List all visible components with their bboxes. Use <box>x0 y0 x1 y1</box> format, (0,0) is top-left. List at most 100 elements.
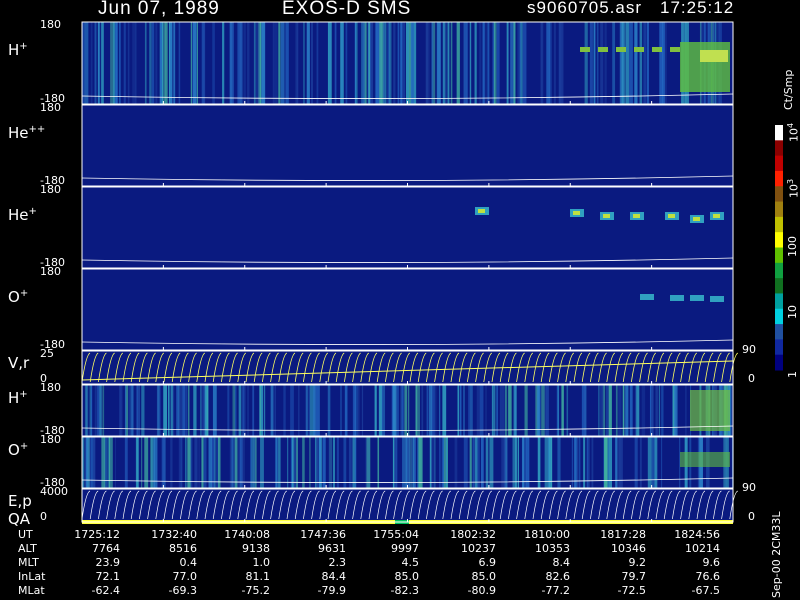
panel-hplus-1-stripe <box>482 22 485 104</box>
panel-hplus-2-stripe <box>404 385 408 436</box>
panel-hplus-1-stripe <box>510 22 514 104</box>
panel-heplus-blob <box>478 209 485 213</box>
panel-hplus-1-stripe <box>431 22 434 104</box>
panel-hplus-2-stripe <box>193 385 197 436</box>
panel-hplus-2-stripe <box>168 385 170 436</box>
panel-hplus-1-stripe <box>634 22 638 104</box>
panel-oplus-2-stripe <box>203 437 207 488</box>
colorbar-segment <box>775 155 783 172</box>
panel-hplus-2-stripe <box>163 385 168 436</box>
panel-hplus-1-stripe <box>496 22 500 104</box>
panel-heplus-blob <box>603 214 610 218</box>
panel-hplus-1-stripe <box>84 22 89 104</box>
panel-hplus-1-stripe <box>303 22 305 104</box>
panel-heplus-bg <box>82 187 733 268</box>
panel-hplus-2-stripe <box>274 385 277 436</box>
panel-hplus-1-stripe <box>517 22 519 104</box>
panel-hplus-2-stripe <box>157 385 160 436</box>
panel-hplus-2-stripe <box>395 385 397 436</box>
panel-vr-label: V,r <box>8 353 30 372</box>
panel-oplus-2-stripe <box>275 437 278 488</box>
panel-oplus-2-stripe <box>431 437 436 488</box>
panel-hplus-2-stripe <box>327 385 331 436</box>
panel-oplus-2-stripe <box>214 437 216 488</box>
panel-hplus-2-stripe <box>537 385 540 436</box>
footer-cell-inlat: 84.4 <box>321 570 347 583</box>
panel-oplus-2-stripe <box>420 437 423 488</box>
panel-oplus-2-stripe <box>328 437 333 488</box>
panel-hplus-2-stripe <box>178 385 183 436</box>
footer-cell-inlat: 79.7 <box>621 570 647 583</box>
panel-oplus-2-stripe <box>316 437 319 488</box>
panel-hplus-1-blob <box>670 47 680 52</box>
panel-hplus-1-stripe <box>450 22 453 104</box>
panel-hplus-1-stripe <box>169 22 171 104</box>
panel-oplus-2-stripe <box>260 437 264 488</box>
colorbar-segment <box>775 140 783 157</box>
panel-hplus-2-stripe <box>459 385 462 436</box>
panel-oplus-2-stripe <box>318 437 322 488</box>
panel-hplus-2-stripe <box>468 385 470 436</box>
panel-hplus-1-stripe <box>160 22 162 104</box>
panel-hplus-2-stripe <box>141 385 145 436</box>
footer-row-label-ut: UT <box>18 528 33 541</box>
panel-ep-ymax: 4000 <box>40 485 68 498</box>
panel-hplus-1-stripe <box>485 22 487 104</box>
panel-hplus-2-stripe <box>541 385 545 436</box>
panel-oplus-2-stripe <box>418 437 421 488</box>
plot-area <box>81 21 783 524</box>
footer-cell-alt: 9138 <box>242 542 270 555</box>
panel-oplus-2-stripe <box>135 437 139 488</box>
panel-hplus-1-stripe <box>600 22 604 104</box>
panel-hplus-1-stripe <box>584 22 588 104</box>
panel-hplus-1-stripe <box>306 22 310 104</box>
footer-cell-mlt: 1.0 <box>252 556 271 569</box>
footer-cell-mlt: 0.4 <box>179 556 198 569</box>
panel-hplus-1-stripe <box>379 22 382 104</box>
panel-vr-right-bottom: 0 <box>748 372 755 385</box>
footer-cell-alt: 10237 <box>461 542 496 555</box>
panel-oplus-2-stripe <box>198 437 200 488</box>
panel-hplus-2-blob <box>690 390 730 431</box>
panel-hplus-1-stripe <box>253 22 256 104</box>
footer-row-label-alt: ALT <box>18 542 37 555</box>
panel-oplus-2-stripe <box>194 437 198 488</box>
panel-hplus-1-stripe <box>192 22 197 104</box>
panel-hplus-1-stripe <box>273 22 278 104</box>
panel-hplus-1-stripe <box>243 22 246 104</box>
panel-hplus-2-stripe <box>315 385 320 436</box>
panel-hplus-2-stripe <box>297 385 300 436</box>
panel-oplus-2-stripe <box>392 437 395 488</box>
panel-hplus-1-stripe <box>639 22 643 104</box>
panel-hplus-1-stripe <box>463 22 467 104</box>
panel-oplus-2-stripe <box>218 437 221 488</box>
panel-oplus-2-stripe <box>557 437 561 488</box>
panel-hplus-1-stripe <box>212 22 215 104</box>
panel-hplus-2-stripe <box>283 385 286 436</box>
panel-heplusplus-label: He++ <box>8 123 46 142</box>
footer-cell-mlat: -79.9 <box>317 584 346 597</box>
footer-cell-mlt: 9.6 <box>702 556 721 569</box>
panel-hplus-1-stripe <box>403 22 405 104</box>
panel-hplus-2-stripe <box>401 385 404 436</box>
footer-cell-mlat: -62.4 <box>91 584 120 597</box>
panel-oplus-2-stripe <box>161 437 166 488</box>
panel-hplus-2-stripe <box>381 385 386 436</box>
panel-hplus-2-stripe <box>227 385 230 436</box>
panel-hplus-2-stripe <box>566 385 569 436</box>
panel-hplus-1-stripe <box>388 22 392 104</box>
panel-hplus-1-stripe <box>238 22 243 104</box>
panel-hplus-1-label: H+ <box>8 41 28 59</box>
panel-oplus-2-stripe <box>446 437 448 488</box>
panel-heplus-blob <box>668 214 675 218</box>
panel-hplus-2-stripe <box>137 385 140 436</box>
panel-hplus-1-stripe <box>393 22 396 104</box>
panel-hplus-1-stripe <box>135 22 137 104</box>
panel-hplus-2-stripe <box>187 385 190 436</box>
panel-oplus-2-stripe <box>463 437 468 488</box>
panel-hplus-1-stripe <box>329 22 331 104</box>
panel-oplus-2-stripe <box>302 437 305 488</box>
panel-hplus-2-stripe <box>374 385 377 436</box>
panel-hplus-2-stripe <box>270 385 274 436</box>
panel-hplus-2-stripe <box>583 385 587 436</box>
